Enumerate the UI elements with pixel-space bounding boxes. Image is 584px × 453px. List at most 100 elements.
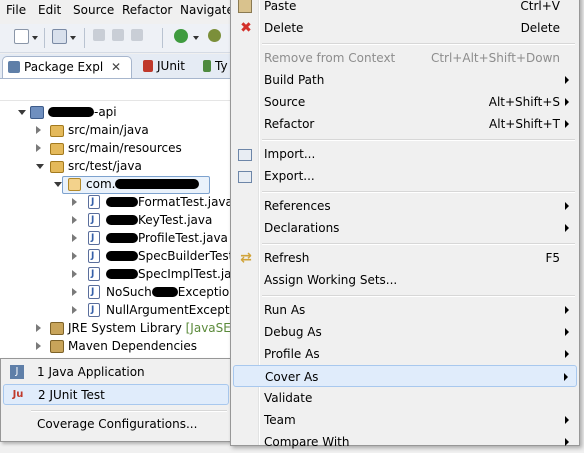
expand-arrow-icon[interactable] — [72, 234, 77, 242]
menu-item-label: Debug As — [264, 325, 322, 339]
menu-source[interactable]: Source — [73, 2, 114, 18]
menu-item-export[interactable]: Export... — [233, 165, 577, 187]
expand-arrow-icon[interactable] — [72, 288, 77, 296]
menu-item-cover-as[interactable]: Cover As — [233, 365, 577, 387]
expand-arrow-icon[interactable] — [36, 164, 44, 169]
file-name: FormatTest.java — [138, 195, 233, 209]
expand-arrow-icon[interactable] — [72, 216, 77, 224]
debug-icon[interactable] — [208, 29, 221, 42]
menu-refactor[interactable]: Refactor — [122, 2, 172, 18]
menu-file[interactable]: File — [6, 2, 26, 18]
submenu-arrow-icon — [565, 306, 569, 314]
submenu-arrow-icon — [565, 350, 569, 358]
new-dropdown-icon[interactable] — [32, 36, 38, 40]
menu-item-compare-with[interactable]: Compare With — [233, 431, 577, 453]
menu-item-declarations[interactable]: Declarations — [233, 217, 577, 239]
junit-icon: Ju — [12, 389, 24, 400]
menu-item-team[interactable]: Team — [233, 409, 577, 431]
redaction-mark — [115, 179, 200, 189]
menu-item-validate[interactable]: Validate — [233, 387, 577, 409]
submenu-arrow-icon — [565, 98, 569, 106]
expand-arrow-icon[interactable] — [72, 198, 77, 206]
file-name: NullArgumentExceptio — [106, 303, 241, 317]
redaction-mark — [106, 269, 138, 279]
menu-edit[interactable]: Edit — [38, 2, 61, 18]
run-dropdown-icon[interactable] — [193, 36, 199, 40]
expand-arrow-icon[interactable] — [18, 110, 26, 115]
window-dropdown-icon[interactable] — [70, 36, 76, 40]
expand-arrow-icon[interactable] — [72, 252, 77, 260]
tab-junit[interactable]: JUnit — [138, 56, 194, 77]
menu-item-label: 1 Java Application — [37, 365, 145, 379]
delete-icon: ✖ — [240, 20, 252, 36]
new-icon[interactable] — [14, 29, 29, 44]
expand-arrow-icon[interactable] — [36, 324, 41, 332]
menu-item-accelerator: Ctrl+Alt+Shift+Down — [430, 51, 560, 65]
menu-item-label: Export... — [264, 169, 315, 183]
file-name: KeyTest.java — [138, 213, 213, 227]
new-window-icon[interactable] — [52, 29, 67, 44]
expand-arrow-icon[interactable] — [36, 144, 41, 152]
expand-arrow-icon[interactable] — [36, 342, 41, 350]
menu-item-junit-test[interactable]: Ju 2 JUnit Test — [3, 384, 229, 405]
menu-navigate[interactable]: Navigate — [180, 2, 234, 18]
package-icon — [68, 178, 81, 191]
menu-item-debug-as[interactable]: Debug As — [233, 321, 577, 343]
menu-item-assign-working-sets[interactable]: Assign Working Sets... — [233, 269, 577, 291]
expand-arrow-icon[interactable] — [72, 270, 77, 278]
menu-item-accelerator: Ctrl+V — [520, 0, 560, 13]
junit-icon — [143, 60, 153, 72]
close-icon[interactable]: ✕ — [111, 57, 121, 78]
save-all-icon[interactable] — [112, 29, 124, 41]
menu-item-paste[interactable]: Paste Ctrl+V — [233, 0, 577, 17]
menu-separator — [262, 243, 575, 245]
file-name-suffix: Exception — [177, 285, 237, 299]
submenu-arrow-icon — [565, 76, 569, 84]
menu-item-run-as[interactable]: Run As — [233, 299, 577, 321]
expand-arrow-icon[interactable] — [36, 126, 41, 134]
main-toolbar — [0, 24, 232, 53]
menu-item-label: Build Path — [264, 73, 325, 87]
submenu-arrow-icon — [565, 328, 569, 336]
save-icon[interactable] — [93, 29, 105, 41]
menu-item-import[interactable]: Import... — [233, 143, 577, 165]
menu-item-label: Validate — [264, 391, 313, 405]
print-icon[interactable] — [131, 29, 143, 41]
menu-item-label: Import... — [264, 147, 316, 161]
tab-package-explorer[interactable]: Package Expl ✕ — [2, 56, 132, 78]
redaction-mark — [106, 215, 138, 225]
menu-item-source[interactable]: Source Alt+Shift+S — [233, 91, 577, 113]
expand-arrow-icon[interactable] — [54, 182, 62, 187]
tree-label: src/main/java — [68, 123, 149, 137]
menu-item-label: Compare With — [264, 435, 350, 449]
file-name: SpecBuilderTest. — [138, 249, 238, 263]
type-hierarchy-icon — [203, 60, 211, 72]
menu-item-coverage-configurations[interactable]: Coverage Configurations... — [3, 414, 229, 435]
menu-item-label: Coverage Configurations... — [37, 417, 198, 431]
menu-item-references[interactable]: References — [233, 195, 577, 217]
tab-type-hierarchy[interactable]: Ty — [198, 56, 232, 77]
maven-project-icon — [30, 106, 44, 119]
menu-item-accelerator: F5 — [545, 251, 560, 265]
file-name: ProfileTest.java — [138, 231, 228, 245]
toolbar-separator — [44, 28, 45, 48]
redaction-mark — [48, 107, 94, 117]
submenu-arrow-icon — [564, 373, 568, 381]
menu-item-refactor[interactable]: Refactor Alt+Shift+T — [233, 113, 577, 135]
menu-item-java-application[interactable]: J 1 Java Application — [3, 362, 229, 383]
menu-item-profile-as[interactable]: Profile As — [233, 343, 577, 365]
file-name: NoSuch — [106, 285, 152, 299]
menu-item-remove-from-context[interactable]: Remove from Context Ctrl+Alt+Shift+Down — [233, 47, 577, 69]
run-icon[interactable] — [174, 29, 188, 43]
menu-item-refresh[interactable]: ⇄ Refresh F5 — [233, 247, 577, 269]
submenu-arrow-icon — [565, 202, 569, 210]
redaction-mark — [106, 197, 138, 207]
menu-item-delete[interactable]: ✖ Delete Delete — [233, 17, 577, 39]
java-file-icon — [88, 211, 100, 229]
tree-view-toolbar — [0, 79, 232, 101]
tree-label: src/test/java — [68, 159, 142, 173]
menu-item-build-path[interactable]: Build Path — [233, 69, 577, 91]
expand-arrow-icon[interactable] — [72, 306, 77, 314]
menu-item-label: Run As — [264, 303, 306, 317]
menu-item-label: Delete — [264, 21, 304, 35]
